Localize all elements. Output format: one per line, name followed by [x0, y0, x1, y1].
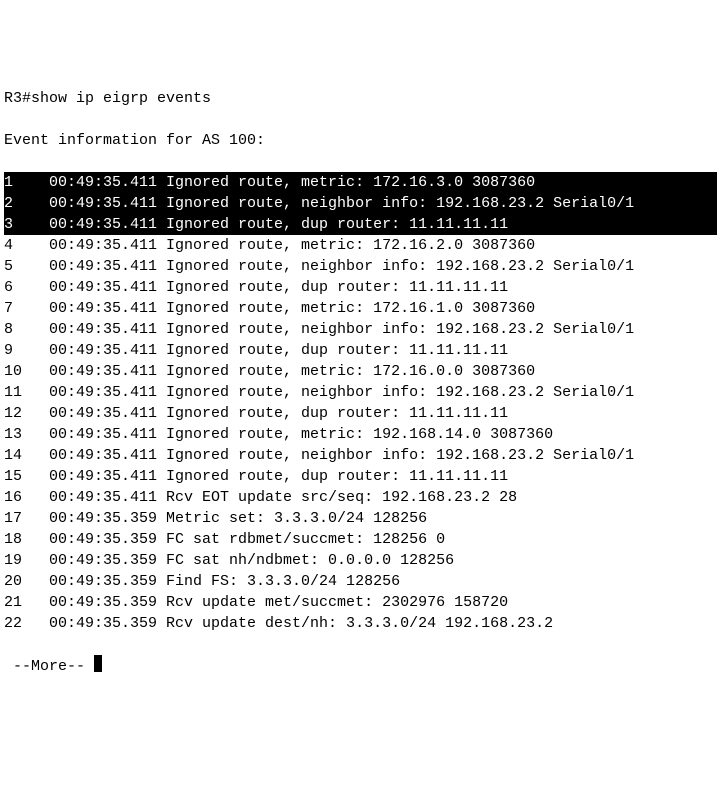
event-timestamp: 00:49:35.411 — [49, 235, 157, 256]
event-timestamp: 00:49:35.411 — [49, 487, 157, 508]
event-number: 16 — [4, 487, 49, 508]
event-number: 7 — [4, 298, 49, 319]
event-timestamp: 00:49:35.411 — [49, 277, 157, 298]
event-message: Ignored route, metric: 172.16.0.0 308736… — [157, 363, 535, 380]
event-number: 2 — [4, 193, 49, 214]
event-number: 3 — [4, 214, 49, 235]
event-timestamp: 00:49:35.411 — [49, 361, 157, 382]
event-row: 2100:49:35.359 Rcv update met/succmet: 2… — [4, 592, 717, 613]
event-row: 200:49:35.411 Ignored route, neighbor in… — [4, 193, 717, 214]
command-prompt: R3#show ip eigrp events — [4, 88, 717, 109]
event-message: Ignored route, metric: 172.16.2.0 308736… — [157, 237, 535, 254]
event-row: 500:49:35.411 Ignored route, neighbor in… — [4, 256, 717, 277]
event-number: 15 — [4, 466, 49, 487]
event-row: 800:49:35.411 Ignored route, neighbor in… — [4, 319, 717, 340]
event-timestamp: 00:49:35.411 — [49, 382, 157, 403]
event-timestamp: 00:49:35.411 — [49, 193, 157, 214]
event-timestamp: 00:49:35.359 — [49, 529, 157, 550]
event-timestamp: 00:49:35.411 — [49, 214, 157, 235]
event-row: 1700:49:35.359 Metric set: 3.3.3.0/24 12… — [4, 508, 717, 529]
event-number: 4 — [4, 235, 49, 256]
more-prompt[interactable]: --More-- — [4, 655, 717, 677]
event-message: Rcv update met/succmet: 2302976 158720 — [157, 594, 508, 611]
event-message: Ignored route, dup router: 11.11.11.11 — [157, 279, 508, 296]
event-timestamp: 00:49:35.359 — [49, 571, 157, 592]
event-row: 2200:49:35.359 Rcv update dest/nh: 3.3.3… — [4, 613, 717, 634]
event-row: 1500:49:35.411 Ignored route, dup router… — [4, 466, 717, 487]
event-number: 21 — [4, 592, 49, 613]
event-message: Ignored route, metric: 192.168.14.0 3087… — [157, 426, 553, 443]
event-timestamp: 00:49:35.359 — [49, 592, 157, 613]
event-timestamp: 00:49:35.411 — [49, 172, 157, 193]
event-number: 20 — [4, 571, 49, 592]
event-timestamp: 00:49:35.359 — [49, 508, 157, 529]
event-number: 10 — [4, 361, 49, 382]
event-timestamp: 00:49:35.411 — [49, 403, 157, 424]
event-row: 1900:49:35.359 FC sat nh/ndbmet: 0.0.0.0… — [4, 550, 717, 571]
event-timestamp: 00:49:35.411 — [49, 445, 157, 466]
event-number: 22 — [4, 613, 49, 634]
event-row: 1000:49:35.411 Ignored route, metric: 17… — [4, 361, 717, 382]
event-message: Ignored route, metric: 172.16.3.0 308736… — [157, 174, 535, 191]
event-row: 400:49:35.411 Ignored route, metric: 172… — [4, 235, 717, 256]
event-message: Ignored route, dup router: 11.11.11.11 — [157, 342, 508, 359]
event-message: FC sat nh/ndbmet: 0.0.0.0 128256 — [157, 552, 454, 569]
event-message: FC sat rdbmet/succmet: 128256 0 — [157, 531, 445, 548]
event-number: 1 — [4, 172, 49, 193]
event-message: Find FS: 3.3.3.0/24 128256 — [157, 573, 400, 590]
event-row: 1400:49:35.411 Ignored route, neighbor i… — [4, 445, 717, 466]
event-number: 19 — [4, 550, 49, 571]
event-message: Rcv update dest/nh: 3.3.3.0/24 192.168.2… — [157, 615, 553, 632]
event-timestamp: 00:49:35.411 — [49, 298, 157, 319]
event-message: Ignored route, neighbor info: 192.168.23… — [157, 384, 634, 401]
event-message: Ignored route, neighbor info: 192.168.23… — [157, 321, 634, 338]
event-timestamp: 00:49:35.411 — [49, 424, 157, 445]
event-message: Ignored route, neighbor info: 192.168.23… — [157, 447, 634, 464]
event-row: 900:49:35.411 Ignored route, dup router:… — [4, 340, 717, 361]
event-message: Ignored route, dup router: 11.11.11.11 — [157, 405, 508, 422]
event-row: 600:49:35.411 Ignored route, dup router:… — [4, 277, 717, 298]
event-timestamp: 00:49:35.359 — [49, 613, 157, 634]
event-number: 13 — [4, 424, 49, 445]
event-row: 1100:49:35.411 Ignored route, neighbor i… — [4, 382, 717, 403]
event-message: Ignored route, dup router: 11.11.11.11 — [157, 216, 508, 233]
event-number: 14 — [4, 445, 49, 466]
event-timestamp: 00:49:35.411 — [49, 466, 157, 487]
event-row: 100:49:35.411 Ignored route, metric: 172… — [4, 172, 717, 193]
event-row: 1300:49:35.411 Ignored route, metric: 19… — [4, 424, 717, 445]
header-line: Event information for AS 100: — [4, 130, 717, 151]
event-row: 700:49:35.411 Ignored route, metric: 172… — [4, 298, 717, 319]
event-number: 8 — [4, 319, 49, 340]
event-message: Ignored route, neighbor info: 192.168.23… — [157, 258, 634, 275]
event-number: 5 — [4, 256, 49, 277]
event-list: 100:49:35.411 Ignored route, metric: 172… — [4, 172, 717, 634]
event-timestamp: 00:49:35.411 — [49, 319, 157, 340]
event-message: Ignored route, metric: 172.16.1.0 308736… — [157, 300, 535, 317]
event-number: 17 — [4, 508, 49, 529]
event-timestamp: 00:49:35.411 — [49, 340, 157, 361]
cursor-icon — [94, 655, 102, 672]
event-message: Rcv EOT update src/seq: 192.168.23.2 28 — [157, 489, 517, 506]
event-row: 1200:49:35.411 Ignored route, dup router… — [4, 403, 717, 424]
event-row: 2000:49:35.359 Find FS: 3.3.3.0/24 12825… — [4, 571, 717, 592]
event-timestamp: 00:49:35.411 — [49, 256, 157, 277]
event-row: 1600:49:35.411 Rcv EOT update src/seq: 1… — [4, 487, 717, 508]
event-number: 12 — [4, 403, 49, 424]
event-number: 18 — [4, 529, 49, 550]
event-message: Ignored route, dup router: 11.11.11.11 — [157, 468, 508, 485]
event-message: Ignored route, neighbor info: 192.168.23… — [157, 195, 634, 212]
event-timestamp: 00:49:35.359 — [49, 550, 157, 571]
event-row: 1800:49:35.359 FC sat rdbmet/succmet: 12… — [4, 529, 717, 550]
event-number: 11 — [4, 382, 49, 403]
event-row: 300:49:35.411 Ignored route, dup router:… — [4, 214, 717, 235]
event-number: 9 — [4, 340, 49, 361]
event-message: Metric set: 3.3.3.0/24 128256 — [157, 510, 427, 527]
event-number: 6 — [4, 277, 49, 298]
